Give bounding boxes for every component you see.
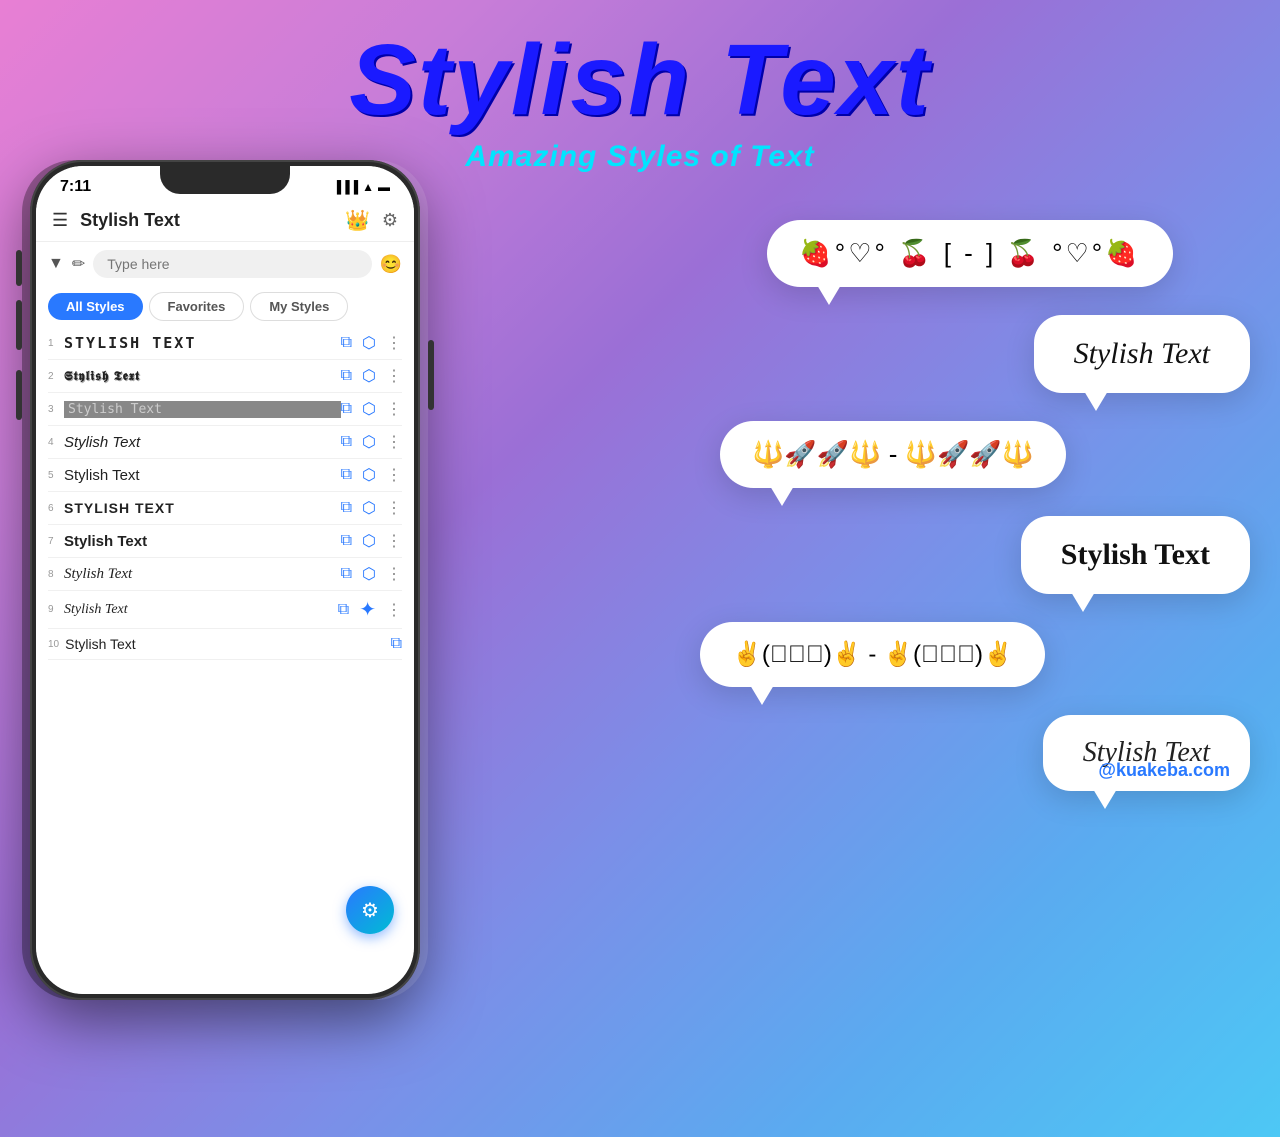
chat-bubble-5: ✌(ﾟ◡ﾟ)✌ - ✌(ﾟ◡ﾟ)✌ bbox=[700, 622, 1045, 687]
phone-outer: 7:11 ▐▐▐ ▲ ▬ ☰ Stylish Text 👑 ⚙ bbox=[30, 160, 420, 1000]
settings-icon[interactable]: ⚙ bbox=[382, 210, 398, 231]
bubble-text-2: Stylish Text bbox=[1074, 337, 1210, 370]
style-item-7: 7 Stylish Text ⧉ ⬡ ⋮ bbox=[48, 525, 402, 558]
copy-icon-8[interactable]: ⧉ bbox=[341, 565, 352, 583]
style-item-5: 5 Stylish Text ⧉ ⬡ ⋮ bbox=[48, 459, 402, 492]
screen-content: 7:11 ▐▐▐ ▲ ▬ ☰ Stylish Text 👑 ⚙ bbox=[36, 166, 414, 994]
share-icon-6[interactable]: ⬡ bbox=[362, 498, 376, 518]
style-text-8: Stylish Text bbox=[64, 566, 341, 583]
item-actions-1: ⧉ ⬡ ⋮ bbox=[341, 333, 402, 353]
more-icon-9[interactable]: ⋮ bbox=[386, 600, 402, 620]
tabs-row: All Styles Favorites My Styles bbox=[36, 286, 414, 327]
style-item-2: 2 𝕾𝖙𝖞𝖑𝖎𝖘𝖍 𝕿𝖊𝖝𝖙 ⧉ ⬡ ⋮ bbox=[48, 360, 402, 393]
main-title: Stylish Text bbox=[0, 30, 1280, 130]
style-item-6: 6 STYLISH TEXT ⧉ ⬡ ⋮ bbox=[48, 492, 402, 525]
pencil-icon[interactable]: ✏ bbox=[72, 254, 85, 274]
status-time: 7:11 bbox=[60, 178, 91, 196]
bubble-text-1: 🍓°♡° 🍒 [ - ] 🍒 °♡°🍓 bbox=[799, 238, 1140, 268]
style-item-3: 3 Stylish Text ⧉ ⬡ ⋮ bbox=[48, 393, 402, 426]
style-text-2: 𝕾𝖙𝖞𝖑𝖎𝖘𝖍 𝕿𝖊𝖝𝖙 bbox=[64, 368, 341, 384]
filter-icon[interactable]: ▼ bbox=[48, 255, 64, 273]
style-item-10: 10 Stylish Text ⧉ bbox=[48, 629, 402, 660]
share-icon-1[interactable]: ⬡ bbox=[362, 333, 376, 353]
mute-button bbox=[16, 250, 22, 286]
phone-notch bbox=[160, 166, 290, 194]
share-icon-9[interactable]: ✦ bbox=[359, 597, 376, 622]
bubble-text-3: 🔱🚀🚀🔱 - 🔱🚀🚀🔱 bbox=[752, 439, 1034, 469]
copy-icon-3[interactable]: ⧉ bbox=[341, 400, 352, 418]
volume-down-button bbox=[16, 370, 22, 420]
phone-mockup: 7:11 ▐▐▐ ▲ ▬ ☰ Stylish Text 👑 ⚙ bbox=[30, 160, 450, 1080]
style-text-7: Stylish Text bbox=[64, 533, 341, 550]
style-text-9: Stylish Text bbox=[64, 602, 338, 618]
share-icon-3[interactable]: ⬡ bbox=[362, 399, 376, 419]
style-item-9: 9 Stylish Text ⧉ ✦ ⋮ bbox=[48, 591, 402, 629]
battery-icon: ▬ bbox=[378, 180, 390, 194]
volume-up-button bbox=[16, 300, 22, 350]
crown-icon[interactable]: 👑 bbox=[345, 208, 370, 233]
emoji-icon[interactable]: 😊 bbox=[380, 254, 402, 275]
style-text-6: STYLISH TEXT bbox=[64, 500, 341, 516]
watermark: @kuakeba.com bbox=[1098, 760, 1230, 781]
more-icon-3[interactable]: ⋮ bbox=[386, 399, 402, 419]
bubble-text-5: ✌(ﾟ◡ﾟ)✌ - ✌(ﾟ◡ﾟ)✌ bbox=[732, 641, 1013, 668]
style-text-5: Stylish Text bbox=[64, 467, 341, 484]
share-icon-5[interactable]: ⬡ bbox=[362, 465, 376, 485]
style-item-4: 4 Stylish Text ⧉ ⬡ ⋮ bbox=[48, 426, 402, 459]
share-icon-2[interactable]: ⬡ bbox=[362, 366, 376, 386]
app-header: ☰ Stylish Text 👑 ⚙ bbox=[36, 200, 414, 242]
copy-icon-6[interactable]: ⧉ bbox=[341, 499, 352, 517]
tab-all-styles[interactable]: All Styles bbox=[48, 293, 143, 320]
signal-icon: ▐▐▐ bbox=[333, 180, 359, 194]
style-text-3: Stylish Text bbox=[64, 401, 341, 418]
chat-bubble-4: Stylish Text bbox=[1021, 516, 1250, 594]
copy-icon-2[interactable]: ⧉ bbox=[341, 367, 352, 385]
style-item-8: 8 Stylish Text ⧉ ⬡ ⋮ bbox=[48, 558, 402, 591]
more-icon-4[interactable]: ⋮ bbox=[386, 432, 402, 452]
more-icon-5[interactable]: ⋮ bbox=[386, 465, 402, 485]
copy-icon-10[interactable]: ⧉ bbox=[391, 635, 402, 653]
share-icon-4[interactable]: ⬡ bbox=[362, 432, 376, 452]
hamburger-icon[interactable]: ☰ bbox=[52, 210, 68, 231]
more-icon-7[interactable]: ⋮ bbox=[386, 531, 402, 551]
more-icon-2[interactable]: ⋮ bbox=[386, 366, 402, 386]
style-item-1: 1 STYLISH TEXT ⧉ ⬡ ⋮ bbox=[48, 327, 402, 360]
chat-bubble-2: Stylish Text bbox=[1034, 315, 1250, 393]
chat-bubble-1: 🍓°♡° 🍒 [ - ] 🍒 °♡°🍓 bbox=[767, 220, 1172, 287]
fab-button[interactable]: ⚙ bbox=[346, 886, 394, 934]
bubble-text-4: Stylish Text bbox=[1061, 538, 1210, 571]
style-text-4: Stylish Text bbox=[64, 434, 341, 451]
share-icon-7[interactable]: ⬡ bbox=[362, 531, 376, 551]
status-icons: ▐▐▐ ▲ ▬ bbox=[333, 180, 390, 194]
bubbles-section: 🍓°♡° 🍒 [ - ] 🍒 °♡°🍓 Stylish Text 🔱🚀🚀🔱 - … bbox=[690, 220, 1250, 791]
chat-bubble-6: Stylish Text @kuakeba.com bbox=[1043, 715, 1250, 791]
tab-favorites[interactable]: Favorites bbox=[149, 292, 245, 321]
copy-icon-9[interactable]: ⧉ bbox=[338, 601, 349, 619]
header-icons: 👑 ⚙ bbox=[345, 208, 398, 233]
phone-screen: 7:11 ▐▐▐ ▲ ▬ ☰ Stylish Text 👑 ⚙ bbox=[36, 166, 414, 994]
power-button bbox=[428, 340, 434, 410]
search-input[interactable] bbox=[93, 250, 371, 278]
wifi-icon: ▲ bbox=[362, 180, 374, 194]
style-text-10: Stylish Text bbox=[65, 636, 390, 652]
copy-icon-7[interactable]: ⧉ bbox=[341, 532, 352, 550]
share-icon-8[interactable]: ⬡ bbox=[362, 564, 376, 584]
more-icon-1[interactable]: ⋮ bbox=[386, 333, 402, 353]
tab-my-styles[interactable]: My Styles bbox=[250, 292, 348, 321]
copy-icon-1[interactable]: ⧉ bbox=[341, 334, 352, 352]
search-bar: ▼ ✏ 😊 bbox=[36, 242, 414, 286]
style-text-1: STYLISH TEXT bbox=[64, 334, 341, 352]
more-icon-6[interactable]: ⋮ bbox=[386, 498, 402, 518]
copy-icon-5[interactable]: ⧉ bbox=[341, 466, 352, 484]
app-header-title: Stylish Text bbox=[80, 210, 345, 231]
more-icon-8[interactable]: ⋮ bbox=[386, 564, 402, 584]
copy-icon-4[interactable]: ⧉ bbox=[341, 433, 352, 451]
chat-bubble-3: 🔱🚀🚀🔱 - 🔱🚀🚀🔱 bbox=[720, 421, 1066, 488]
title-section: Stylish Text Amazing Styles of Text bbox=[0, 0, 1280, 174]
